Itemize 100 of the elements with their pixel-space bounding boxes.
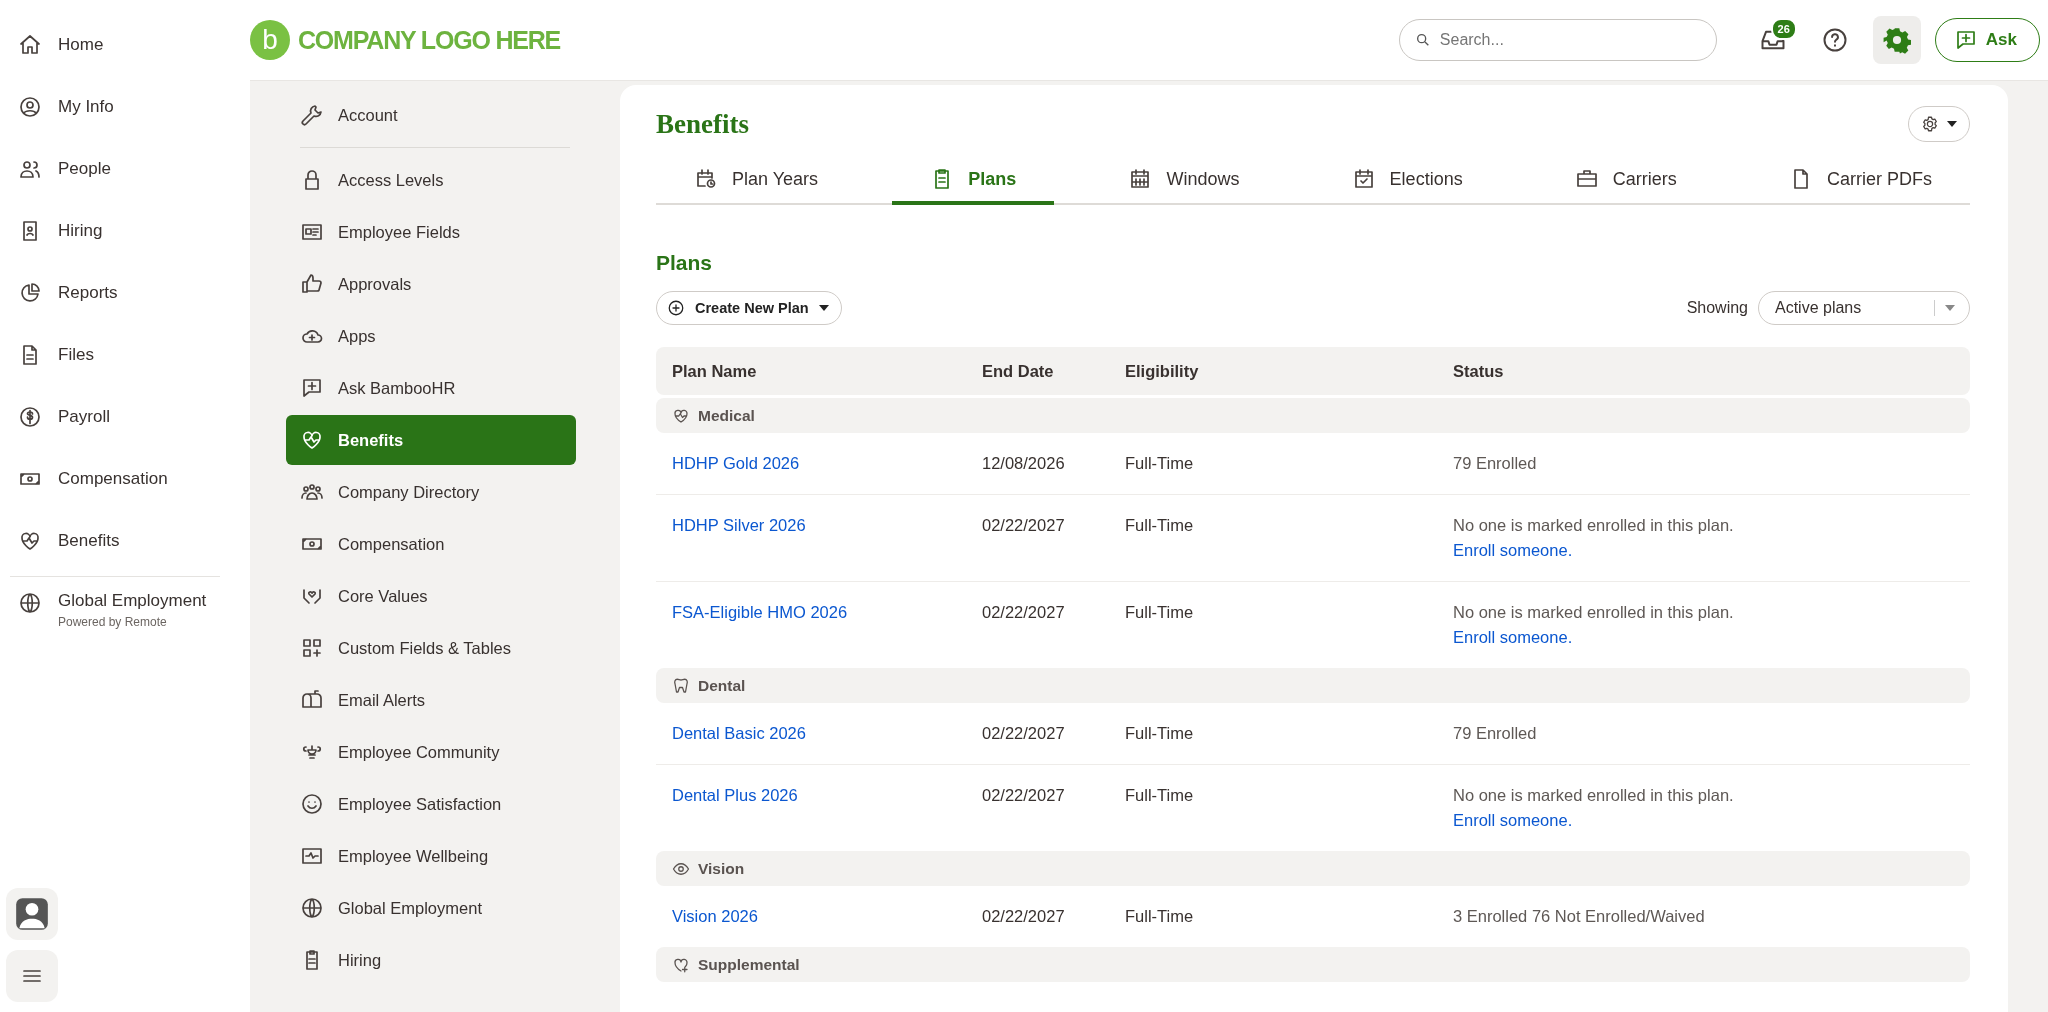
plan-link[interactable]: FSA-Eligible HMO 2026 — [672, 603, 848, 622]
settings-item[interactable]: Ask BambooHR — [286, 363, 576, 413]
table-cell: Full-Time — [1125, 603, 1194, 622]
settings-item[interactable]: Employee Satisfaction — [286, 779, 576, 829]
ask-button[interactable]: Ask — [1934, 18, 2040, 62]
avatar-icon — [13, 895, 51, 933]
settings-item[interactable]: Core Values — [286, 571, 576, 621]
table-cell: Full-Time — [1125, 454, 1194, 473]
table-cell: Full-Time — [1125, 786, 1194, 805]
wrench-icon — [300, 103, 324, 127]
tab[interactable]: Plans — [892, 157, 1055, 205]
table-cell: 02/22/2027 — [982, 907, 1065, 926]
tab[interactable]: Elections — [1313, 157, 1501, 205]
nav-item[interactable]: Home — [0, 14, 104, 76]
settings-item[interactable]: Benefits — [286, 415, 576, 465]
status-text: No one is marked enrolled in this plan. — [1453, 603, 1734, 622]
status-text: 79 Enrolled — [1453, 454, 1537, 473]
settings-item[interactable]: Hiring — [286, 935, 576, 985]
caret-icon — [818, 305, 829, 311]
house-icon — [18, 33, 42, 57]
calendar-clock-icon — [694, 167, 718, 191]
filter-label: Showing — [1686, 299, 1748, 317]
section-title: Plans — [656, 251, 714, 275]
nav-label: Global Employment — [58, 591, 207, 611]
table-cell: 02/22/2027 — [982, 516, 1065, 535]
group-label: Dental — [698, 676, 746, 695]
page-title: Benefits — [656, 108, 749, 140]
table-cell: 12/08/2026 — [982, 454, 1065, 473]
tab[interactable]: Carriers — [1536, 157, 1715, 205]
search-field[interactable]: Search... — [1398, 19, 1717, 61]
inbox-button[interactable]: 26 — [1748, 16, 1797, 64]
group-label: Medical — [698, 406, 755, 425]
settings-item[interactable]: Custom Fields & Tables — [286, 623, 576, 673]
enroll-link[interactable]: Enroll someone. — [1453, 811, 1573, 830]
create-plan-button[interactable]: Create New Plan — [656, 291, 842, 325]
group-label: Supplemental — [698, 955, 800, 974]
settings-item[interactable]: Apps — [286, 311, 576, 361]
status-text: 79 Enrolled — [1453, 724, 1537, 743]
caret-icon — [1945, 305, 1955, 311]
dollar-icon — [18, 405, 42, 429]
plan-link[interactable]: Vision 2026 — [672, 907, 758, 926]
plan-link[interactable]: Dental Basic 2026 — [672, 724, 806, 743]
filter-dropdown[interactable]: Active plans — [1758, 291, 1970, 325]
settings-menu-button[interactable] — [1908, 106, 1970, 142]
nav-item[interactable]: Reports — [0, 262, 118, 324]
enroll-link[interactable]: Enroll someone. — [1453, 541, 1573, 560]
nav-item[interactable]: Hiring — [0, 200, 103, 262]
table-cell: 02/22/2027 — [982, 786, 1065, 805]
search-icon — [1414, 32, 1431, 48]
table-cell: 02/22/2027 — [982, 603, 1065, 622]
avatar-button[interactable] — [6, 888, 58, 940]
tab[interactable]: Plan Years — [656, 157, 857, 205]
status-text: No one is marked enrolled in this plan. — [1453, 786, 1734, 805]
settings-item[interactable]: Employee Community — [286, 727, 576, 777]
tab[interactable]: Carrier PDFs — [1751, 157, 1970, 205]
tab[interactable]: Windows — [1090, 157, 1278, 205]
smiley-icon — [300, 792, 324, 816]
column-header: Status — [1453, 361, 1505, 381]
column-header: Eligibility — [1125, 361, 1200, 381]
column-header: End Date — [982, 361, 1055, 381]
settings-button[interactable] — [1872, 16, 1921, 64]
nav-item[interactable]: Global Employment Powered by Remote — [0, 591, 207, 629]
plan-link[interactable]: HDHP Silver 2026 — [672, 516, 806, 535]
menu-button[interactable] — [6, 950, 58, 1002]
settings-item[interactable]: Compensation — [286, 519, 576, 569]
settings-icon — [1882, 26, 1911, 54]
grid-plus-icon — [300, 636, 324, 660]
settings-item[interactable]: Approvals — [286, 259, 576, 309]
nav-item[interactable]: People — [0, 138, 111, 200]
status-text: 3 Enrolled 76 Not Enrolled/Waived — [1453, 907, 1705, 926]
pie-chart-icon — [18, 281, 42, 305]
plan-link[interactable]: HDHP Gold 2026 — [672, 454, 800, 473]
globe-icon — [18, 591, 42, 615]
table-cell: Full-Time — [1125, 907, 1194, 926]
settings-item[interactable]: Company Directory — [286, 467, 576, 517]
logo-text: COMPANY LOGO HERE — [298, 25, 561, 55]
nav-item[interactable]: My Info — [0, 76, 114, 138]
globe-icon — [300, 896, 324, 920]
table-cell: Full-Time — [1125, 724, 1194, 743]
column-header: Plan Name — [672, 361, 758, 381]
table-cell: Full-Time — [1125, 516, 1194, 535]
nav-item[interactable]: Files — [0, 324, 94, 386]
notification-badge: 26 — [1770, 18, 1797, 40]
table-cell: 02/22/2027 — [982, 724, 1065, 743]
plan-link[interactable]: Dental Plus 2026 — [672, 786, 798, 805]
thumbs-up-icon — [300, 272, 324, 296]
nav-sublabel: Powered by Remote — [58, 615, 168, 629]
group-label: Vision — [698, 859, 745, 878]
enroll-link[interactable]: Enroll someone. — [1453, 628, 1573, 647]
nav-item[interactable]: Compensation — [0, 448, 168, 510]
settings-item[interactable]: Employee Wellbeing — [286, 831, 576, 881]
settings-item[interactable]: Global Employment — [286, 883, 576, 933]
settings-item[interactable]: Email Alerts — [286, 675, 576, 725]
nav-item[interactable]: Payroll — [0, 386, 110, 448]
settings-icon — [1921, 115, 1939, 133]
settings-item[interactable]: Account — [286, 90, 576, 140]
nav-item[interactable]: Benefits — [0, 510, 120, 572]
settings-item[interactable]: Employee Fields — [286, 207, 576, 257]
settings-item[interactable]: Access Levels — [286, 155, 576, 205]
tooth-icon — [672, 676, 690, 695]
